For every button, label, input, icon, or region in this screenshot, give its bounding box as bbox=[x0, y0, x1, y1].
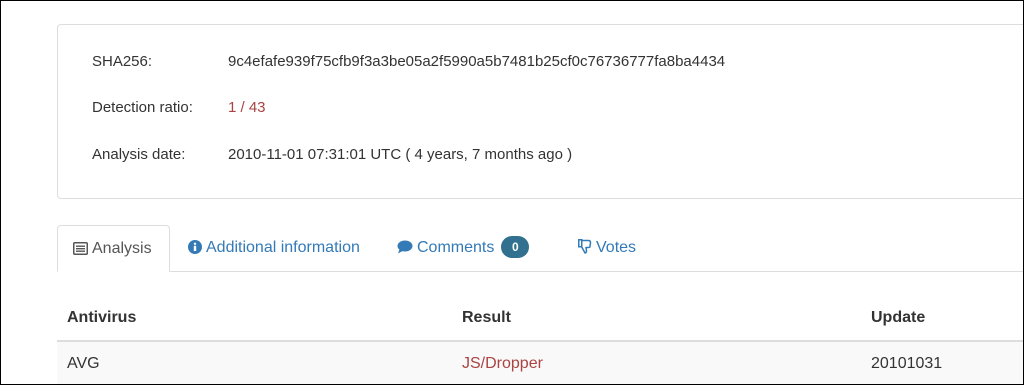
file-summary-panel: SHA256: 9c4efafe939f75cfb9f3a3be05a2f5990… bbox=[57, 24, 1023, 199]
detection-result: JS/Dropper bbox=[462, 355, 543, 372]
tab-comments-label: Comments bbox=[417, 239, 495, 256]
detection-ratio-label: Detection ratio: bbox=[92, 99, 193, 116]
update-date: 20101031 bbox=[871, 355, 943, 372]
comment-icon bbox=[397, 240, 413, 254]
antivirus-name: AVG bbox=[67, 355, 100, 372]
tab-comments[interactable]: Comments 0 bbox=[397, 225, 530, 272]
table-row: AVG JS/Dropper 20101031 bbox=[57, 342, 1023, 384]
tab-analysis-label: Analysis bbox=[92, 240, 152, 257]
sha256-row: SHA256: 9c4efafe939f75cfb9f3a3be05a2f5990… bbox=[92, 52, 725, 72]
page-frame: SHA256: 9c4efafe939f75cfb9f3a3be05a2f5990… bbox=[0, 0, 1024, 385]
detection-ratio-row: Detection ratio: 1 / 43 bbox=[92, 98, 266, 118]
tab-analysis[interactable]: Analysis bbox=[57, 225, 170, 272]
column-header-result[interactable]: Result bbox=[462, 309, 511, 327]
tab-bar: Analysis Additional information Comments… bbox=[57, 225, 1023, 272]
column-header-update[interactable]: Update bbox=[871, 309, 925, 327]
analysis-date-value: 2010-11-01 07:31:01 UTC ( 4 years, 7 mon… bbox=[228, 146, 573, 163]
tab-votes-label: Votes bbox=[596, 239, 637, 256]
sha256-value: 9c4efafe939f75cfb9f3a3be05a2f5990a5b7481… bbox=[228, 53, 726, 70]
tab-votes[interactable]: Votes bbox=[578, 225, 636, 272]
tab-additional-information[interactable]: Additional information bbox=[188, 225, 360, 272]
detection-ratio-value: 1 / 43 bbox=[228, 99, 266, 116]
info-circle-icon bbox=[188, 240, 202, 254]
column-header-antivirus[interactable]: Antivirus bbox=[67, 309, 136, 327]
table-header-row: Antivirus Result Update bbox=[57, 297, 1023, 342]
analysis-date-row: Analysis date: 2010-11-01 07:31:01 UTC ( … bbox=[92, 145, 572, 165]
thumbs-down-icon bbox=[578, 239, 592, 254]
sha256-label: SHA256: bbox=[92, 53, 153, 70]
tab-additional-information-label: Additional information bbox=[206, 239, 360, 256]
comments-count-badge: 0 bbox=[501, 236, 530, 258]
analysis-date-label: Analysis date: bbox=[92, 146, 186, 163]
list-icon bbox=[73, 242, 88, 255]
